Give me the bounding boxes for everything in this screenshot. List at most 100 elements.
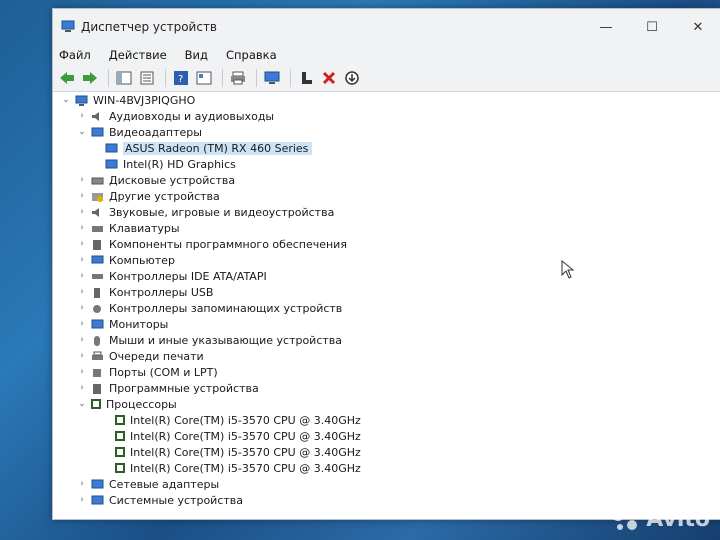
tree-item-label: Порты (COM и LPT) bbox=[109, 365, 218, 379]
tree-item-label: Другие устройства bbox=[109, 189, 220, 203]
chevron-right-icon[interactable]: › bbox=[77, 319, 87, 329]
tree-item-cpu[interactable]: Intel(R) Core(TM) i5-3570 CPU @ 3.40GHz bbox=[115, 412, 361, 428]
chevron-right-icon[interactable]: › bbox=[77, 479, 87, 489]
tree-item-usb-controllers[interactable]: › Контроллеры USB bbox=[77, 284, 213, 300]
tree-item-processors[interactable]: ⌄ Процессоры bbox=[77, 396, 177, 412]
uninstall-button[interactable] bbox=[319, 68, 339, 88]
tree-item-audio-io[interactable]: › Аудиовходы и аудиовыходы bbox=[77, 108, 274, 124]
display-adapter-icon bbox=[105, 143, 118, 152]
tree-item-keyboards[interactable]: › Клавиатуры bbox=[77, 220, 180, 236]
update-driver-button[interactable] bbox=[296, 68, 316, 88]
tree-item-ports[interactable]: › Порты (COM и LPT) bbox=[77, 364, 218, 380]
menu-help[interactable]: Справка bbox=[226, 48, 277, 62]
tree-item-label: Intel(R) HD Graphics bbox=[123, 157, 236, 171]
chevron-down-icon[interactable]: ⌄ bbox=[77, 399, 87, 409]
minimize-button[interactable]: — bbox=[583, 9, 629, 45]
properties-button[interactable] bbox=[137, 68, 157, 88]
chevron-right-icon[interactable]: › bbox=[77, 255, 87, 265]
help-icon: ? bbox=[174, 71, 188, 85]
tree-item-cpu[interactable]: Intel(R) Core(TM) i5-3570 CPU @ 3.40GHz bbox=[115, 428, 361, 444]
menu-action[interactable]: Действие bbox=[109, 48, 167, 62]
arrow-right-icon bbox=[83, 72, 97, 84]
chevron-right-icon[interactable]: › bbox=[77, 271, 87, 281]
chevron-right-icon[interactable]: › bbox=[77, 287, 87, 297]
tree-item-mice[interactable]: › Мыши и иные указывающие устройства bbox=[77, 332, 342, 348]
view-button[interactable] bbox=[194, 68, 214, 88]
chevron-down-icon[interactable]: ⌄ bbox=[77, 127, 87, 137]
tree-item-label: Intel(R) Core(TM) i5-3570 CPU @ 3.40GHz bbox=[130, 413, 361, 427]
toolbar-separator bbox=[256, 69, 257, 87]
tree-item-monitors[interactable]: › Мониторы bbox=[77, 316, 168, 332]
toolbar: ? bbox=[53, 65, 720, 92]
tree-item-other-devices[interactable]: › Другие устройства bbox=[77, 188, 220, 204]
tree-item-storage-controllers[interactable]: › Контроллеры запоминающих устройств bbox=[77, 300, 342, 316]
processor-icon bbox=[115, 463, 125, 473]
chevron-right-icon[interactable]: › bbox=[77, 191, 87, 201]
tree-item-computer[interactable]: › Компьютер bbox=[77, 252, 175, 268]
chevron-right-icon[interactable]: › bbox=[77, 335, 87, 345]
tree-item-cpu[interactable]: Intel(R) Core(TM) i5-3570 CPU @ 3.40GHz bbox=[115, 444, 361, 460]
tree-item-system-devices[interactable]: › Системные устройства bbox=[77, 492, 243, 508]
tree-item-label-selected: ASUS Radeon (TM) RX 460 Series bbox=[123, 141, 313, 155]
toolbar-separator bbox=[165, 69, 166, 87]
tree-item-display-adapters[interactable]: ⌄ Видеоадаптеры bbox=[77, 124, 202, 140]
watermark-text: Avito bbox=[646, 506, 710, 532]
ide-controller-icon bbox=[92, 273, 103, 279]
tree-item-sound-video[interactable]: › Звуковые, игровые и видеоустройства bbox=[77, 204, 334, 220]
chevron-right-icon[interactable]: › bbox=[77, 495, 87, 505]
chevron-right-icon[interactable]: › bbox=[77, 303, 87, 313]
printer-icon bbox=[92, 351, 103, 360]
tree-item-disk-drives[interactable]: › Дисковые устройства bbox=[77, 172, 235, 188]
system-device-icon bbox=[91, 495, 104, 504]
chevron-right-icon[interactable]: › bbox=[77, 223, 87, 233]
processor-icon bbox=[115, 447, 125, 457]
back-button[interactable] bbox=[57, 68, 77, 88]
scan-hardware-button[interactable] bbox=[262, 68, 282, 88]
disable-device-button[interactable] bbox=[342, 68, 362, 88]
tree-item-cpu[interactable]: Intel(R) Core(TM) i5-3570 CPU @ 3.40GHz bbox=[115, 460, 361, 476]
device-tree[interactable]: ⌄ WIN-4BVJ3PIQGHO › Аудиовходы и аудиовы… bbox=[53, 91, 720, 519]
chevron-right-icon[interactable]: › bbox=[77, 175, 87, 185]
close-button[interactable]: ✕ bbox=[675, 9, 720, 45]
tree-item-label: Процессоры bbox=[106, 397, 177, 411]
chevron-right-icon[interactable]: › bbox=[77, 111, 87, 121]
tree-root-label: WIN-4BVJ3PIQGHO bbox=[93, 93, 196, 107]
port-icon bbox=[93, 368, 101, 377]
maximize-button[interactable]: ☐ bbox=[629, 9, 675, 45]
tree-item-label: Intel(R) Core(TM) i5-3570 CPU @ 3.40GHz bbox=[130, 461, 361, 475]
tree-item-label: Клавиатуры bbox=[109, 221, 180, 235]
chevron-right-icon[interactable]: › bbox=[77, 239, 87, 249]
title-bar[interactable]: Диспетчер устройств — ☐ ✕ bbox=[53, 9, 720, 45]
processor-icon bbox=[115, 431, 125, 441]
computer-icon bbox=[75, 95, 88, 106]
menu-view[interactable]: Вид bbox=[185, 48, 208, 62]
tree-item-software-components[interactable]: › Компоненты программного обеспечения bbox=[77, 236, 347, 252]
show-hide-tree-button[interactable] bbox=[114, 68, 134, 88]
chevron-right-icon[interactable]: › bbox=[77, 351, 87, 361]
usb-icon bbox=[94, 287, 100, 298]
tree-item-software-devices[interactable]: › Программные устройства bbox=[77, 380, 259, 396]
tree-item-ide-controllers[interactable]: › Контроллеры IDE ATA/ATAPI bbox=[77, 268, 267, 284]
chevron-right-icon[interactable]: › bbox=[77, 207, 87, 217]
forward-button[interactable] bbox=[80, 68, 100, 88]
avito-logo-icon bbox=[612, 509, 638, 530]
processor-icon bbox=[115, 415, 125, 425]
tree-item-radeon[interactable]: ASUS Radeon (TM) RX 460 Series bbox=[105, 140, 313, 156]
chevron-right-icon[interactable]: › bbox=[77, 367, 87, 377]
chevron-right-icon[interactable]: › bbox=[77, 383, 87, 393]
tree-item-network-adapters[interactable]: › Сетевые адаптеры bbox=[77, 476, 219, 492]
chevron-down-icon[interactable]: ⌄ bbox=[61, 95, 71, 105]
update-driver-icon bbox=[302, 72, 312, 84]
download-circle-icon bbox=[345, 71, 359, 85]
monitor-scan-icon bbox=[264, 71, 280, 84]
tree-item-intel-hd[interactable]: Intel(R) HD Graphics bbox=[105, 156, 236, 172]
tree-item-label: Контроллеры IDE ATA/ATAPI bbox=[109, 269, 267, 283]
tree-item-print-queues[interactable]: › Очереди печати bbox=[77, 348, 204, 364]
tree-item-label: Компоненты программного обеспечения bbox=[109, 237, 347, 251]
tree-item-label: Видеоадаптеры bbox=[109, 125, 202, 139]
menu-file[interactable]: Файл bbox=[59, 48, 91, 62]
console-tree-icon bbox=[116, 71, 132, 85]
tree-root[interactable]: ⌄ WIN-4BVJ3PIQGHO bbox=[61, 92, 195, 108]
print-button[interactable] bbox=[228, 68, 248, 88]
help-button[interactable]: ? bbox=[171, 68, 191, 88]
